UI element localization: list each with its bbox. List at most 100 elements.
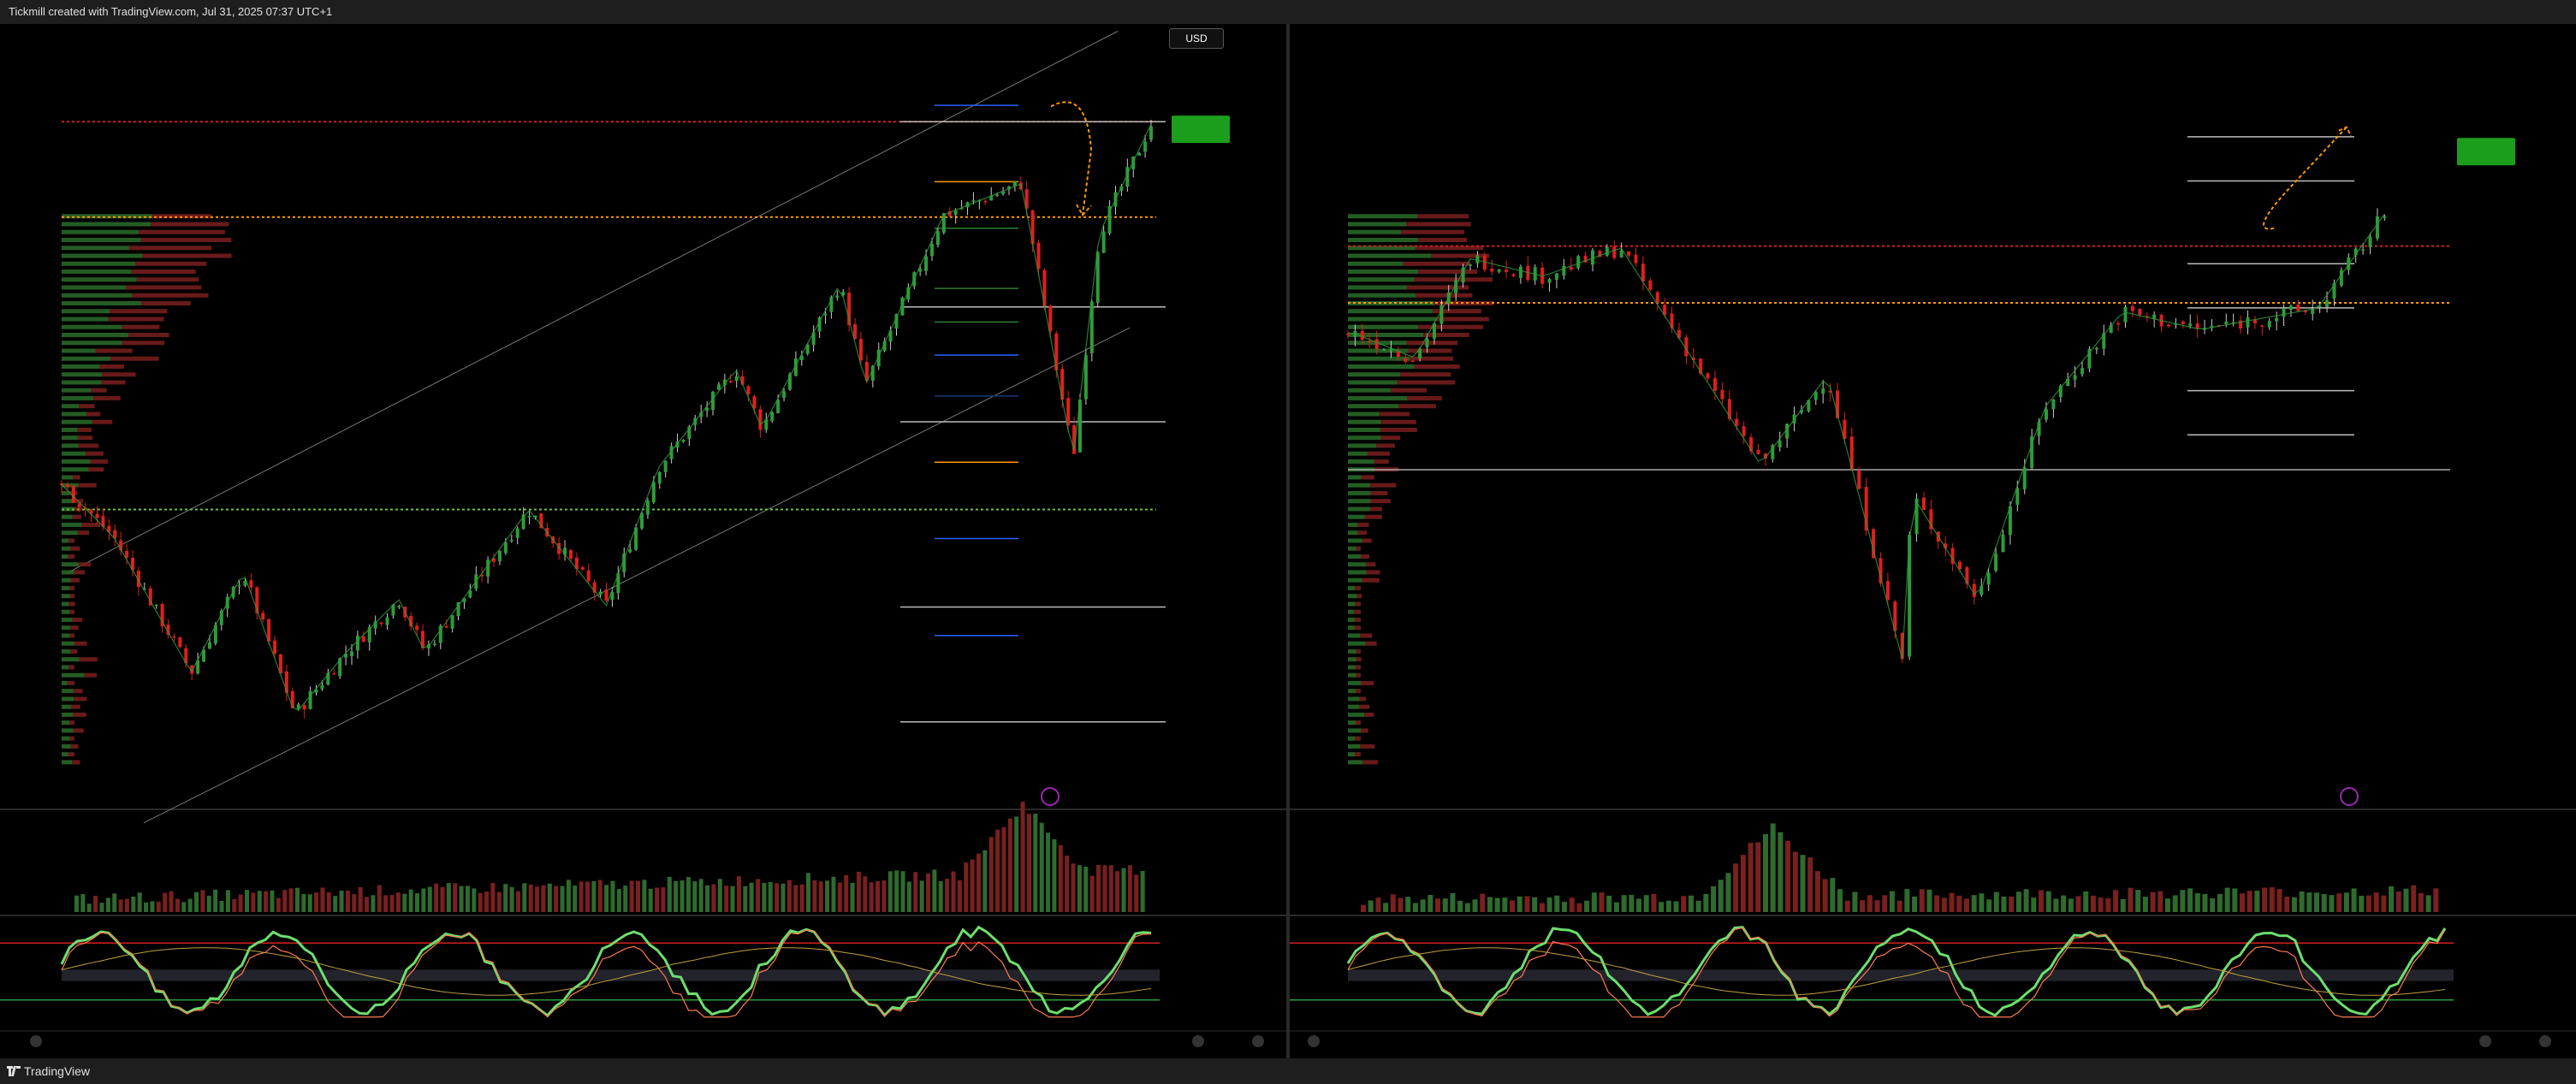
volume-profile-down-bar: [108, 317, 164, 322]
volume-profile-down-bar: [1355, 736, 1361, 741]
volume-bar: [459, 886, 464, 912]
volume-bar: [2276, 889, 2282, 912]
volume-bar: [484, 891, 490, 912]
moving-average-line: [61, 123, 1152, 711]
volume-profile-up-bar: [1348, 380, 1398, 385]
volume-bar: [781, 883, 786, 912]
volume-profile-down-bar: [1376, 443, 1395, 448]
candle-body: [1778, 441, 1782, 447]
candle-body: [320, 684, 324, 690]
volume-profile-down-bar: [77, 530, 90, 536]
volume-profile-up-bar: [1348, 578, 1362, 583]
volume-bar: [421, 888, 426, 912]
volume-bar: [434, 883, 439, 912]
candle-body: [2282, 308, 2286, 317]
candle-body: [1048, 305, 1053, 332]
volume-bar: [194, 891, 199, 912]
candle-body: [568, 549, 573, 560]
volume-bar: [1896, 900, 1902, 912]
candle-body: [823, 313, 828, 316]
volume-bar: [1361, 904, 1366, 912]
volume-profile-down-bar: [1380, 419, 1416, 424]
volume-profile-down-bar: [73, 728, 84, 733]
candle-body: [350, 651, 354, 656]
candle-body: [2116, 323, 2121, 325]
candle-body: [1641, 264, 1645, 282]
volume-bar: [1993, 891, 1999, 912]
volume-bar: [629, 880, 634, 912]
volume-profile-down-bar: [1356, 720, 1361, 726]
candle-body: [1518, 266, 1522, 278]
volume-bar: [717, 879, 722, 912]
volume-bar: [1001, 826, 1006, 912]
volume-bar: [579, 881, 584, 912]
right-chart-canvas[interactable]: [1290, 24, 2576, 1058]
candle-body: [444, 625, 448, 628]
candle-body: [1648, 280, 1653, 290]
candle-body: [2361, 249, 2365, 251]
volume-profile-up-bar: [62, 601, 69, 607]
currency-button[interactable]: USD: [1169, 28, 1224, 49]
volume-profile-down-bar: [142, 253, 232, 258]
volume-bar: [415, 893, 420, 912]
volume-profile-up-bar: [62, 752, 68, 757]
volume-bar: [276, 897, 281, 912]
volume-bar: [2105, 897, 2111, 912]
candle-body: [1720, 389, 1724, 400]
volume-profile-up-bar: [1348, 672, 1356, 678]
volume-profile-down-bar: [1353, 609, 1361, 614]
volume-bar: [850, 882, 855, 912]
volume-bar: [395, 892, 401, 912]
volume-bar: [282, 890, 288, 912]
volume-bar: [1778, 832, 1784, 912]
volume-profile-up-bar: [62, 427, 78, 432]
volume-profile-down-bar: [1356, 546, 1361, 551]
candle-body: [628, 549, 632, 553]
volume-bar: [2343, 892, 2349, 912]
candle-body: [2246, 317, 2250, 328]
volume-bar: [1510, 900, 1516, 912]
volume-bar: [623, 886, 628, 912]
volume-profile-up-bar: [1348, 689, 1356, 694]
volume-bar: [352, 894, 357, 912]
candle-body: [1619, 250, 1623, 258]
volume-bar: [1949, 892, 1955, 912]
volume-profile-down-bar: [1359, 704, 1370, 709]
left-chart-pane[interactable]: [0, 24, 1286, 1058]
volume-profile-up-bar: [62, 348, 96, 353]
volume-bar: [1956, 895, 1962, 912]
volume-profile-up-bar: [62, 341, 122, 346]
candle-body: [2375, 216, 2379, 239]
volume-bar: [692, 881, 697, 912]
volume-bar: [786, 880, 792, 912]
volume-profile-down-bar: [72, 617, 83, 622]
volume-profile-up-bar: [62, 712, 74, 717]
right-chart-pane[interactable]: [1290, 24, 2576, 1058]
volume-bar: [1874, 900, 1880, 912]
volume-profile-down-bar: [1356, 672, 1361, 678]
volume-profile-up-bar: [1348, 720, 1356, 726]
volume-bar: [2210, 898, 2216, 912]
volume-profile-down-bar: [1354, 625, 1361, 631]
volume-bar: [1546, 897, 1552, 912]
volume-bar: [1844, 900, 1850, 912]
volume-profile-down-bar: [1361, 728, 1368, 733]
volume-bar: [730, 886, 735, 912]
volume-profile-up-bar: [62, 475, 74, 480]
volume-bar: [2135, 890, 2141, 912]
volume-profile-up-bar: [62, 499, 74, 504]
volume-bar: [377, 885, 382, 912]
candle-body: [580, 566, 585, 570]
volume-bar: [655, 887, 660, 912]
volume-bar: [1517, 896, 1522, 912]
volume-profile-up-bar: [62, 246, 129, 251]
volume-bar: [137, 892, 142, 912]
candle-body: [1505, 270, 1509, 272]
volume-bar: [503, 884, 508, 912]
volume-bar: [490, 883, 496, 912]
left-chart-canvas[interactable]: [0, 24, 1286, 1058]
volume-bar: [1971, 895, 1977, 912]
candle-body: [1374, 339, 1379, 349]
volume-bar: [1807, 857, 1813, 912]
candle-body: [1554, 273, 1558, 280]
